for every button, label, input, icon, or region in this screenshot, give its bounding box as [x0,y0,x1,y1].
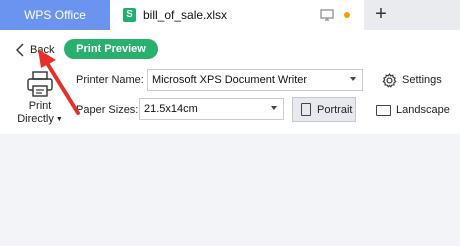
print-directly-label-line2-text: Directly [17,113,54,125]
spreadsheet-icon: S [123,8,136,22]
monitor-icon[interactable] [320,9,334,21]
spreadsheet-icon-letter: S [126,9,133,20]
print-directly-label-line1: Print [28,100,52,112]
settings-button[interactable]: Settings [382,71,442,89]
chevron-left-icon [16,43,24,57]
back-button[interactable]: Back [14,40,54,60]
print-preview-badge[interactable]: Print Preview [64,39,158,59]
landscape-label: Landscape [396,104,450,116]
printer-icon [27,71,53,97]
paper-size-select[interactable]: 21.5x14cm [139,98,284,120]
gear-icon [382,72,397,88]
portrait-button[interactable]: Portrait [292,97,356,122]
back-label: Back [30,44,55,56]
paper-sizes-label: Paper Sizes: [76,104,139,116]
portrait-page-icon [301,103,311,116]
print-directly-button[interactable]: Print Directly ▼ [14,70,66,130]
tab-wps-office-label: WPS Office [24,8,86,22]
tab-file-title: bill_of_sale.xlsx [143,8,228,22]
print-directly-label-line2: Directly ▼ [14,113,66,125]
tab-file[interactable]: S bill_of_sale.xlsx [110,0,364,30]
tab-bar: WPS Office S bill_of_sale.xlsx + [0,0,460,30]
dropdown-arrow-icon [271,106,277,110]
settings-label: Settings [402,74,442,86]
tab-wps-office[interactable]: WPS Office [0,0,110,30]
landscape-button[interactable]: Landscape [376,100,450,120]
print-preview-label: Print Preview [76,43,146,55]
paper-size-value: 21.5x14cm [144,103,198,115]
printer-name-label: Printer Name: [76,74,144,86]
printer-name-select[interactable]: Microsoft XPS Document Writer [147,69,363,91]
caret-down-icon: ▼ [55,115,63,123]
landscape-page-icon [376,104,391,116]
dropdown-arrow-icon [350,77,356,81]
add-tab-button[interactable]: + [370,4,392,26]
portrait-label: Portrait [317,103,353,116]
printer-name-value: Microsoft XPS Document Writer [152,74,308,86]
print-toolbar: Back Print Preview Print Directly ▼ Print… [0,30,460,134]
unsaved-dot-icon [344,12,350,18]
